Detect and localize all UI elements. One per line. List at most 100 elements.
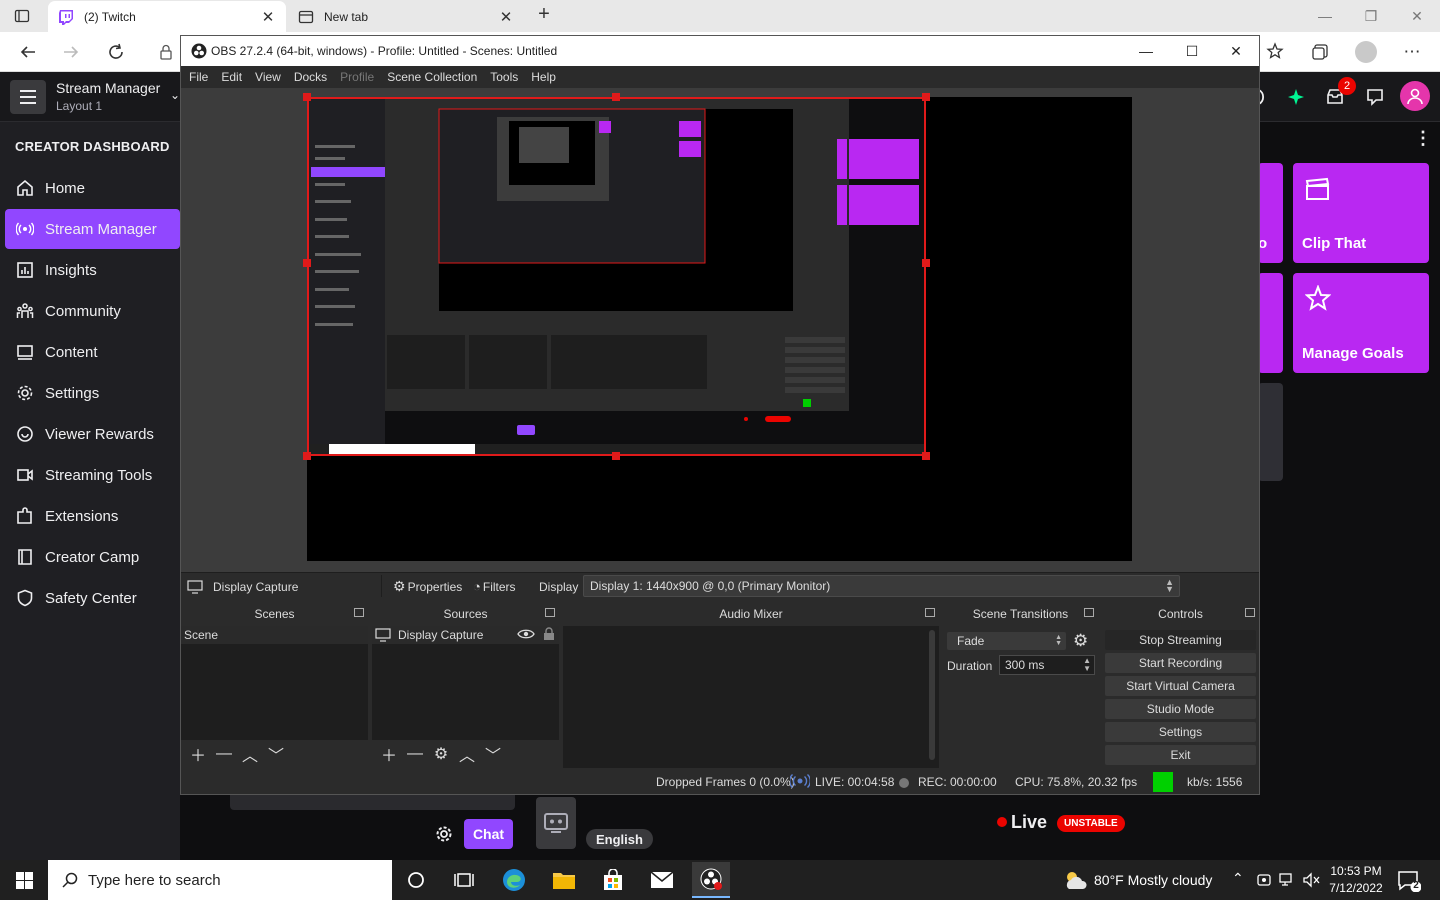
taskbar-search-box[interactable]: Type here to search — [48, 860, 392, 900]
windows-start-icon[interactable] — [0, 860, 48, 900]
new-tab-button[interactable]: + — [534, 4, 554, 25]
source-properties-gear-icon[interactable]: ⚙ — [428, 744, 454, 764]
undock-icon[interactable] — [1245, 608, 1255, 617]
resize-handle[interactable] — [922, 93, 930, 101]
display-select[interactable]: Display 1: 1440x900 @ 0,0 (Primary Monit… — [583, 575, 1180, 597]
close-window-button[interactable]: ✕ — [1394, 0, 1440, 32]
start-virtual-camera-button[interactable]: Start Virtual Camera — [1105, 676, 1256, 696]
hamburger-menu-icon[interactable] — [10, 80, 46, 114]
menu-help[interactable]: Help — [531, 70, 556, 84]
scene-item[interactable]: Scene — [181, 626, 368, 644]
menu-edit[interactable]: Edit — [221, 70, 242, 84]
resize-handle[interactable] — [612, 93, 620, 101]
tab-actions-icon[interactable] — [14, 8, 30, 24]
resize-handle[interactable] — [922, 259, 930, 267]
visibility-eye-icon[interactable] — [517, 628, 535, 640]
menu-tools[interactable]: Tools — [490, 70, 518, 84]
undock-icon[interactable] — [1084, 608, 1094, 617]
show-hidden-icons-chevron-icon[interactable]: ⌃ — [1232, 870, 1244, 887]
obs-close-button[interactable]: ✕ — [1213, 36, 1259, 66]
resize-handle[interactable] — [922, 452, 930, 460]
undock-icon[interactable] — [925, 608, 935, 617]
mixer-scrollbar[interactable] — [929, 630, 935, 760]
collections-icon[interactable] — [1308, 40, 1332, 64]
weather-icon[interactable] — [1062, 869, 1088, 891]
move-up-icon[interactable]: ︿ — [454, 742, 480, 766]
chat-button[interactable]: Chat — [464, 819, 513, 849]
profile-avatar[interactable] — [1354, 40, 1378, 64]
obs-taskbar-icon[interactable] — [692, 862, 730, 898]
spinner-arrows-icon[interactable]: ▲ ▼ — [1083, 657, 1091, 673]
stream-manager-title[interactable]: Stream Manager — [56, 80, 160, 96]
undock-icon[interactable] — [545, 608, 555, 617]
transition-select[interactable]: Fade ▲ ▼ — [947, 632, 1066, 650]
system-clock[interactable]: 10:53 PM 7/12/2022 — [1325, 863, 1387, 897]
sidebar-item-content[interactable]: Content — [5, 332, 180, 372]
menu-docks[interactable]: Docks — [294, 70, 327, 84]
add-icon[interactable]: ＋ — [376, 742, 402, 766]
language-tag[interactable]: English — [586, 829, 653, 849]
sidebar-item-creator-camp[interactable]: Creator Camp — [5, 537, 180, 577]
source-item[interactable]: Display Capture — [372, 626, 559, 644]
menu-file[interactable]: File — [189, 70, 208, 84]
tab-new-tab[interactable]: New tab ✕ — [288, 1, 524, 32]
volume-muted-icon[interactable] — [1302, 872, 1320, 888]
cortana-icon[interactable] — [398, 866, 434, 894]
minimize-button[interactable]: — — [1302, 0, 1348, 32]
more-options-icon[interactable]: ⋮ — [1414, 128, 1432, 149]
move-down-icon[interactable]: ﹀ — [263, 742, 289, 766]
stop-streaming-button[interactable]: Stop Streaming — [1105, 630, 1256, 650]
task-view-icon[interactable] — [446, 866, 482, 894]
sidebar-item-viewer-rewards[interactable]: Viewer Rewards — [5, 414, 180, 454]
whispers-icon[interactable] — [1362, 84, 1388, 110]
sidebar-item-community[interactable]: Community — [5, 291, 180, 331]
move-up-icon[interactable]: ︿ — [237, 742, 263, 766]
filters-button[interactable]: ◔ Filters — [473, 579, 516, 594]
network-icon[interactable] — [1278, 872, 1296, 888]
obs-maximize-button[interactable]: ☐ — [1169, 36, 1215, 66]
add-icon[interactable]: ＋ — [185, 742, 211, 766]
sidebar-item-safety-center[interactable]: Safety Center — [5, 578, 180, 618]
sidebar-item-home[interactable]: Home — [5, 168, 180, 208]
menu-scene-collection[interactable]: Scene Collection — [387, 70, 477, 84]
tab-twitch[interactable]: (2) Twitch ✕ — [48, 1, 286, 32]
lock-icon[interactable] — [155, 41, 177, 63]
display-capture-preview[interactable] — [307, 97, 926, 456]
favorites-icon[interactable] — [1264, 40, 1288, 64]
weather-text[interactable]: 80°F Mostly cloudy — [1094, 872, 1212, 888]
transition-settings-gear-icon[interactable]: ⚙ — [1073, 631, 1088, 651]
restore-button[interactable]: ❐ — [1348, 0, 1394, 32]
meet-now-icon[interactable] — [1256, 872, 1272, 888]
settings-button[interactable]: Settings — [1105, 722, 1256, 742]
menu-view[interactable]: View — [255, 70, 281, 84]
close-tab-icon[interactable]: ✕ — [498, 8, 514, 26]
file-explorer-icon[interactable] — [546, 866, 582, 894]
duration-input[interactable]: 300 ms ▲ ▼ — [999, 655, 1095, 675]
layout-label[interactable]: Layout 1 — [56, 99, 102, 113]
refresh-icon[interactable] — [105, 41, 127, 63]
more-menu-icon[interactable]: ⋯ — [1400, 40, 1424, 64]
sidebar-item-settings[interactable]: Settings — [5, 373, 180, 413]
studio-mode-button[interactable]: Studio Mode — [1105, 699, 1256, 719]
broadcast-preview-icon[interactable] — [536, 797, 576, 849]
back-arrow-icon[interactable] — [17, 41, 39, 63]
start-recording-button[interactable]: Start Recording — [1105, 653, 1256, 673]
forward-arrow-icon[interactable] — [60, 41, 82, 63]
user-avatar[interactable] — [1400, 81, 1430, 111]
quick-action-tile-partial-2[interactable] — [1258, 273, 1283, 373]
edge-browser-icon[interactable] — [496, 866, 532, 894]
chevron-down-icon[interactable]: ⌄ — [170, 88, 180, 102]
chat-settings-gear-icon[interactable] — [434, 824, 454, 844]
sidebar-item-extensions[interactable]: Extensions — [5, 496, 180, 536]
close-tab-icon[interactable]: ✕ — [260, 8, 276, 26]
resize-handle[interactable] — [303, 452, 311, 460]
properties-button[interactable]: ⚙ Properties — [393, 578, 462, 595]
microsoft-store-icon[interactable] — [595, 866, 631, 894]
remove-icon[interactable]: — — [211, 745, 237, 763]
sidebar-item-stream-manager[interactable]: Stream Manager — [5, 209, 180, 249]
resize-handle[interactable] — [303, 259, 311, 267]
resize-handle[interactable] — [303, 93, 311, 101]
resize-handle[interactable] — [612, 452, 620, 460]
obs-minimize-button[interactable]: — — [1123, 36, 1169, 66]
undock-icon[interactable] — [354, 608, 364, 617]
